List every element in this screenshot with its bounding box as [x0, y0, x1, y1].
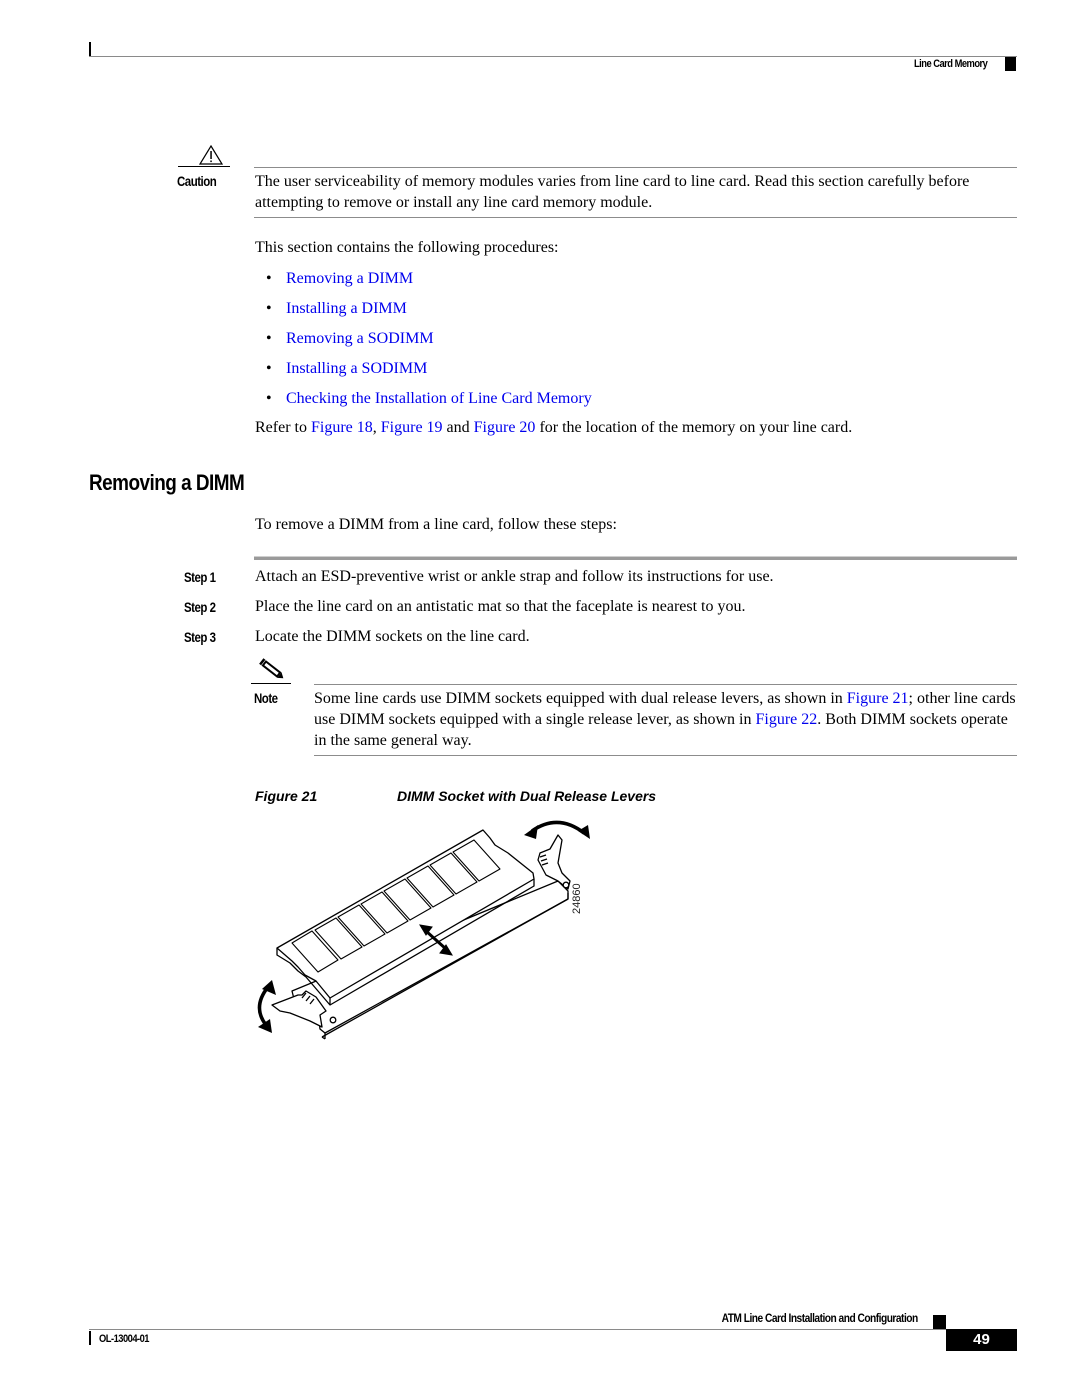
note-text: Some line cards use DIMM sockets equippe… [314, 688, 1024, 751]
figure-label: Figure 21 [255, 788, 318, 804]
bullet-icon: • [266, 270, 272, 287]
left-lever-rotate-arrow [257, 985, 270, 1027]
link-figure-18[interactable]: Figure 18 [311, 419, 373, 436]
footer-marker-block [933, 1315, 946, 1329]
caution-icon-rule [178, 166, 230, 167]
procedure-item: • Installing a DIMM [266, 298, 592, 328]
link-figure-20[interactable]: Figure 20 [474, 419, 536, 436]
caution-text: The user serviceability of memory module… [255, 173, 970, 211]
link-figure-19[interactable]: Figure 19 [381, 419, 443, 436]
refer-suffix: for the location of the memory on your l… [535, 419, 853, 436]
figure-reference-text: Refer to Figure 18, Figure 19 and Figure… [255, 417, 852, 438]
steps-separator-bar [254, 556, 1017, 560]
header-margin-tick [89, 42, 91, 56]
refer-sep1: , [372, 419, 381, 436]
header-marker-block [1005, 57, 1016, 71]
right-lever-rotate-arrow [531, 820, 586, 835]
note-rule-top [314, 684, 1017, 685]
caution-rule-bottom [254, 217, 1017, 218]
steps-intro: To remove a DIMM from a line card, follo… [255, 516, 617, 533]
warning-triangle-icon [199, 145, 223, 165]
step-label: Step 1 [184, 569, 216, 585]
footer-book-title: ATM Line Card Installation and Configura… [721, 1311, 919, 1325]
step-text: Attach an ESD-preventive wrist or ankle … [255, 568, 774, 585]
figure-caption: DIMM Socket with Dual Release Levers [397, 788, 657, 804]
bullet-icon: • [266, 300, 272, 317]
note-text-a: Some line cards use DIMM sockets equippe… [314, 690, 847, 707]
procedure-link-installing-sodimm[interactable]: Installing a SODIMM [286, 360, 427, 377]
figure-id-label: 24860 [571, 883, 583, 914]
procedure-link-removing-dimm[interactable]: Removing a DIMM [286, 270, 413, 287]
procedure-link-removing-sodimm[interactable]: Removing a SODIMM [286, 330, 434, 347]
bullet-icon: • [266, 330, 272, 347]
footer-margin-tick [89, 1331, 91, 1345]
step-text: Locate the DIMM sockets on the line card… [255, 628, 530, 645]
procedure-item: • Checking the Installation of Line Card … [266, 388, 592, 418]
procedures-intro: This section contains the following proc… [255, 239, 559, 256]
page-number: 49 [946, 1329, 1017, 1351]
procedure-item: • Removing a DIMM [266, 268, 592, 298]
note-label: Note [254, 690, 278, 706]
caution-rule-top [254, 167, 1017, 168]
note-icon-rule [251, 683, 291, 684]
link-figure-22[interactable]: Figure 22 [755, 711, 817, 728]
right-release-lever [537, 834, 571, 890]
refer-sep2: and [442, 419, 474, 436]
dimm-socket-illustration [257, 820, 590, 1040]
footer-doc-number: OL-13004-01 [99, 1333, 150, 1345]
step-text: Place the line card on an antistatic mat… [255, 598, 746, 615]
procedure-item: • Installing a SODIMM [266, 358, 592, 388]
section-heading: Removing a DIMM [89, 470, 245, 495]
running-header-title: Line Card Memory [913, 58, 988, 70]
procedures-list: • Removing a DIMM • Installing a DIMM • Rem… [266, 268, 592, 418]
procedure-link-checking-installation[interactable]: Checking the Installation of Line Card M… [286, 390, 592, 407]
pencil-note-icon [259, 658, 284, 679]
bullet-icon: • [266, 360, 272, 377]
procedure-item: • Removing a SODIMM [266, 328, 592, 358]
header-rule [89, 56, 1017, 57]
step-label: Step 3 [184, 629, 216, 645]
link-figure-21[interactable]: Figure 21 [847, 690, 909, 707]
refer-prefix: Refer to [255, 419, 311, 436]
procedure-link-installing-dimm[interactable]: Installing a DIMM [286, 300, 407, 317]
note-rule-bottom [314, 755, 1017, 756]
bullet-icon: • [266, 390, 272, 407]
footer-rule [89, 1329, 949, 1330]
caution-label: Caution [177, 173, 217, 189]
step-label: Step 2 [184, 599, 216, 615]
